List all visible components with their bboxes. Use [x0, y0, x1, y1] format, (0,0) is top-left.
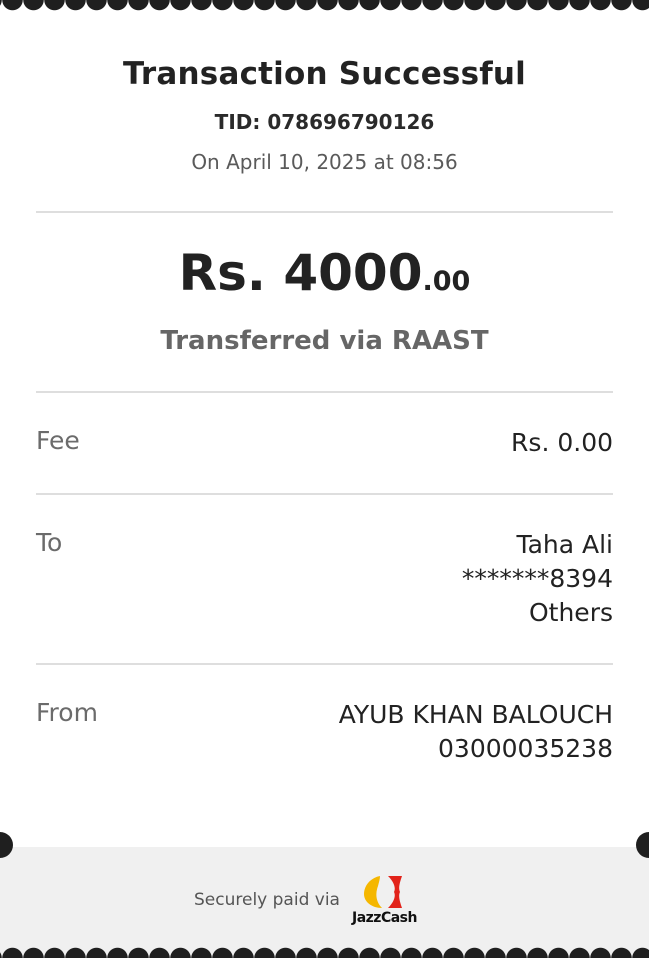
sender-number: 03000035238 — [438, 734, 613, 763]
recipient-bank: Others — [528, 598, 613, 627]
divider — [36, 663, 613, 665]
transfer-method: Transferred via RAAST — [160, 326, 489, 356]
scalloped-bottom-edge — [0, 947, 649, 958]
amount: Rs. 4000.00 — [0, 248, 649, 298]
divider — [36, 493, 613, 495]
transaction-date: On April 10, 2025 at 08:56 — [191, 150, 458, 174]
brand-name: JazzCash — [352, 910, 417, 926]
transaction-receipt: Transaction Successful TID: 078696790126… — [0, 0, 649, 958]
recipient-details: Taha Ali *******8394 Others — [462, 528, 613, 630]
recipient-account: *******8394 — [461, 564, 613, 593]
amount-main: Rs. 4000 — [178, 244, 423, 302]
amount-section: Rs. 4000.00 Transferred via RAAST — [0, 248, 649, 356]
jazzcash-logo: JazzCash — [350, 872, 422, 930]
sender-details: AYUB KHAN BALOUCH 03000035238 — [339, 698, 613, 766]
fee-value: Rs. 0.00 — [511, 428, 613, 457]
to-label: To — [36, 528, 63, 557]
jazzcash-logo-icon — [364, 876, 402, 908]
receipt-header: Transaction Successful TID: 078696790126… — [0, 56, 649, 174]
amount-decimal: .00 — [422, 266, 471, 297]
divider — [36, 391, 613, 393]
from-label: From — [36, 698, 98, 727]
scalloped-top-edge — [0, 0, 649, 11]
recipient-name: Taha Ali — [516, 530, 613, 559]
secure-payment-text: Securely paid via — [194, 890, 340, 910]
sender-name: AYUB KHAN BALOUCH — [338, 700, 613, 729]
transaction-id: TID: 078696790126 — [214, 110, 435, 134]
page-title: Transaction Successful — [122, 56, 527, 92]
divider — [36, 211, 613, 213]
fee-label: Fee — [36, 426, 80, 455]
